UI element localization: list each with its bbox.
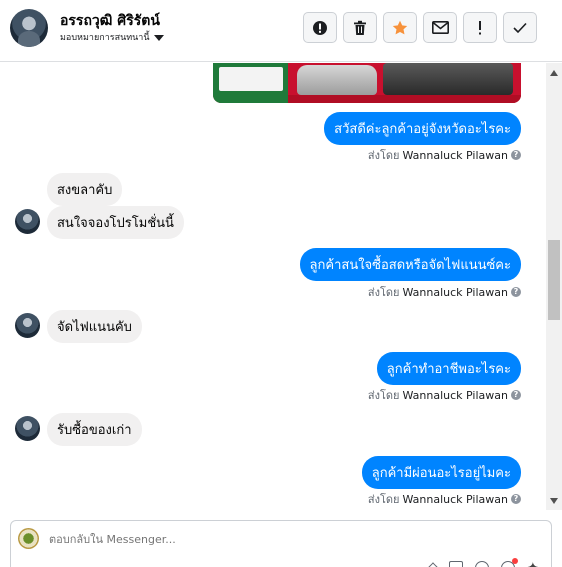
scroll-down-arrow-icon[interactable] xyxy=(550,498,558,504)
mark-unread-button[interactable] xyxy=(423,12,457,43)
outgoing-message[interactable]: ลูกค้าทำอาชีพอะไรคะ xyxy=(376,352,521,385)
saved-reply-icon[interactable] xyxy=(449,561,463,567)
conversation-header: อรรถวุฒิ ศิริรัตน์ มอบหมายการสนทนานี้ xyxy=(0,0,562,62)
sent-by-prefix: ส่งโดย xyxy=(367,389,400,402)
composer-tools: ✦ xyxy=(427,558,541,567)
reply-composer[interactable]: ✦ xyxy=(10,520,552,567)
info-icon[interactable]: ? xyxy=(511,150,521,160)
sent-by-prefix: ส่งโดย xyxy=(367,493,400,506)
reply-input[interactable] xyxy=(49,533,449,546)
header-actions xyxy=(303,12,537,43)
contact-avatar-small xyxy=(15,209,40,234)
scroll-up-arrow-icon[interactable] xyxy=(550,70,558,76)
sent-by-prefix: ส่งโดย xyxy=(367,286,400,299)
sent-by-agent: Wannaluck Pilawan xyxy=(402,285,509,299)
exclamation-circle-icon xyxy=(313,20,327,35)
assign-label: มอบหมายการสนทนานี้ xyxy=(60,33,150,43)
gif-icon[interactable] xyxy=(501,558,518,567)
exclamation-icon xyxy=(479,20,481,34)
info-icon[interactable]: ? xyxy=(511,494,521,504)
outgoing-message[interactable]: ลูกค้ามีผ่อนอะไรอยู่ไมคะ xyxy=(361,456,521,489)
promo-image-footer xyxy=(288,95,521,103)
envelope-icon xyxy=(431,21,449,34)
contact-avatar-small xyxy=(15,313,40,338)
conversation-thread[interactable]: สวัสดีค่ะลูกค้าอยู่จังหวัดอะไรคะ ส่งโดย … xyxy=(0,63,546,510)
trash-icon xyxy=(354,20,366,35)
promo-image-car xyxy=(297,65,377,95)
emoji-icon[interactable] xyxy=(475,561,489,567)
info-icon[interactable]: ? xyxy=(511,287,521,297)
incoming-message[interactable]: จัดไฟแนนคับ xyxy=(47,310,142,343)
contact-avatar-small xyxy=(15,416,40,441)
notification-dot xyxy=(512,558,518,564)
promo-image-interior xyxy=(383,63,513,95)
outgoing-message[interactable]: ลูกค้าสนใจซื้อสดหรือจัดไฟแนนซ์คะ xyxy=(299,248,521,281)
star-icon xyxy=(392,20,408,34)
sent-by-line: ส่งโดย Wannaluck Pilawan ? xyxy=(368,490,521,508)
sent-by-agent: Wannaluck Pilawan xyxy=(402,388,509,402)
promotion-image[interactable] xyxy=(213,63,521,103)
incoming-message[interactable]: สงขลาคับ xyxy=(47,173,123,206)
caret-down-icon xyxy=(153,34,164,41)
spam-button[interactable] xyxy=(463,12,497,43)
sent-by-prefix: ส่งโดย xyxy=(367,149,400,162)
incoming-message[interactable]: สนใจจองโปรโมชั่นนี้ xyxy=(47,206,184,239)
contact-avatar[interactable] xyxy=(10,9,48,47)
assign-conversation-dropdown[interactable]: มอบหมายการสนทนานี้ xyxy=(60,30,164,44)
check-icon xyxy=(513,22,527,33)
sent-by-line: ส่งโดย Wannaluck Pilawan ? xyxy=(368,386,521,404)
conversation-scrollbar[interactable] xyxy=(546,63,562,510)
page-avatar xyxy=(18,528,39,549)
promo-image-logo xyxy=(219,67,283,91)
sent-by-line: ส่งโดย Wannaluck Pilawan ? xyxy=(368,146,521,164)
alert-button[interactable] xyxy=(303,12,337,43)
star-button[interactable] xyxy=(383,12,417,43)
sent-by-line: ส่งโดย Wannaluck Pilawan ? xyxy=(368,283,521,301)
attachment-icon[interactable] xyxy=(427,562,439,567)
delete-button[interactable] xyxy=(343,12,377,43)
sparkle-icon[interactable]: ✦ xyxy=(527,561,541,567)
done-button[interactable] xyxy=(503,12,537,43)
sent-by-agent: Wannaluck Pilawan xyxy=(402,148,509,162)
outgoing-message[interactable]: สวัสดีค่ะลูกค้าอยู่จังหวัดอะไรคะ xyxy=(324,112,521,145)
incoming-message[interactable]: รับซื้อของเก่า xyxy=(47,413,142,446)
sent-by-agent: Wannaluck Pilawan xyxy=(402,492,509,506)
scrollbar-thumb[interactable] xyxy=(548,240,560,320)
contact-name[interactable]: อรรถวุฒิ ศิริรัตน์ xyxy=(60,10,160,32)
info-icon[interactable]: ? xyxy=(511,390,521,400)
